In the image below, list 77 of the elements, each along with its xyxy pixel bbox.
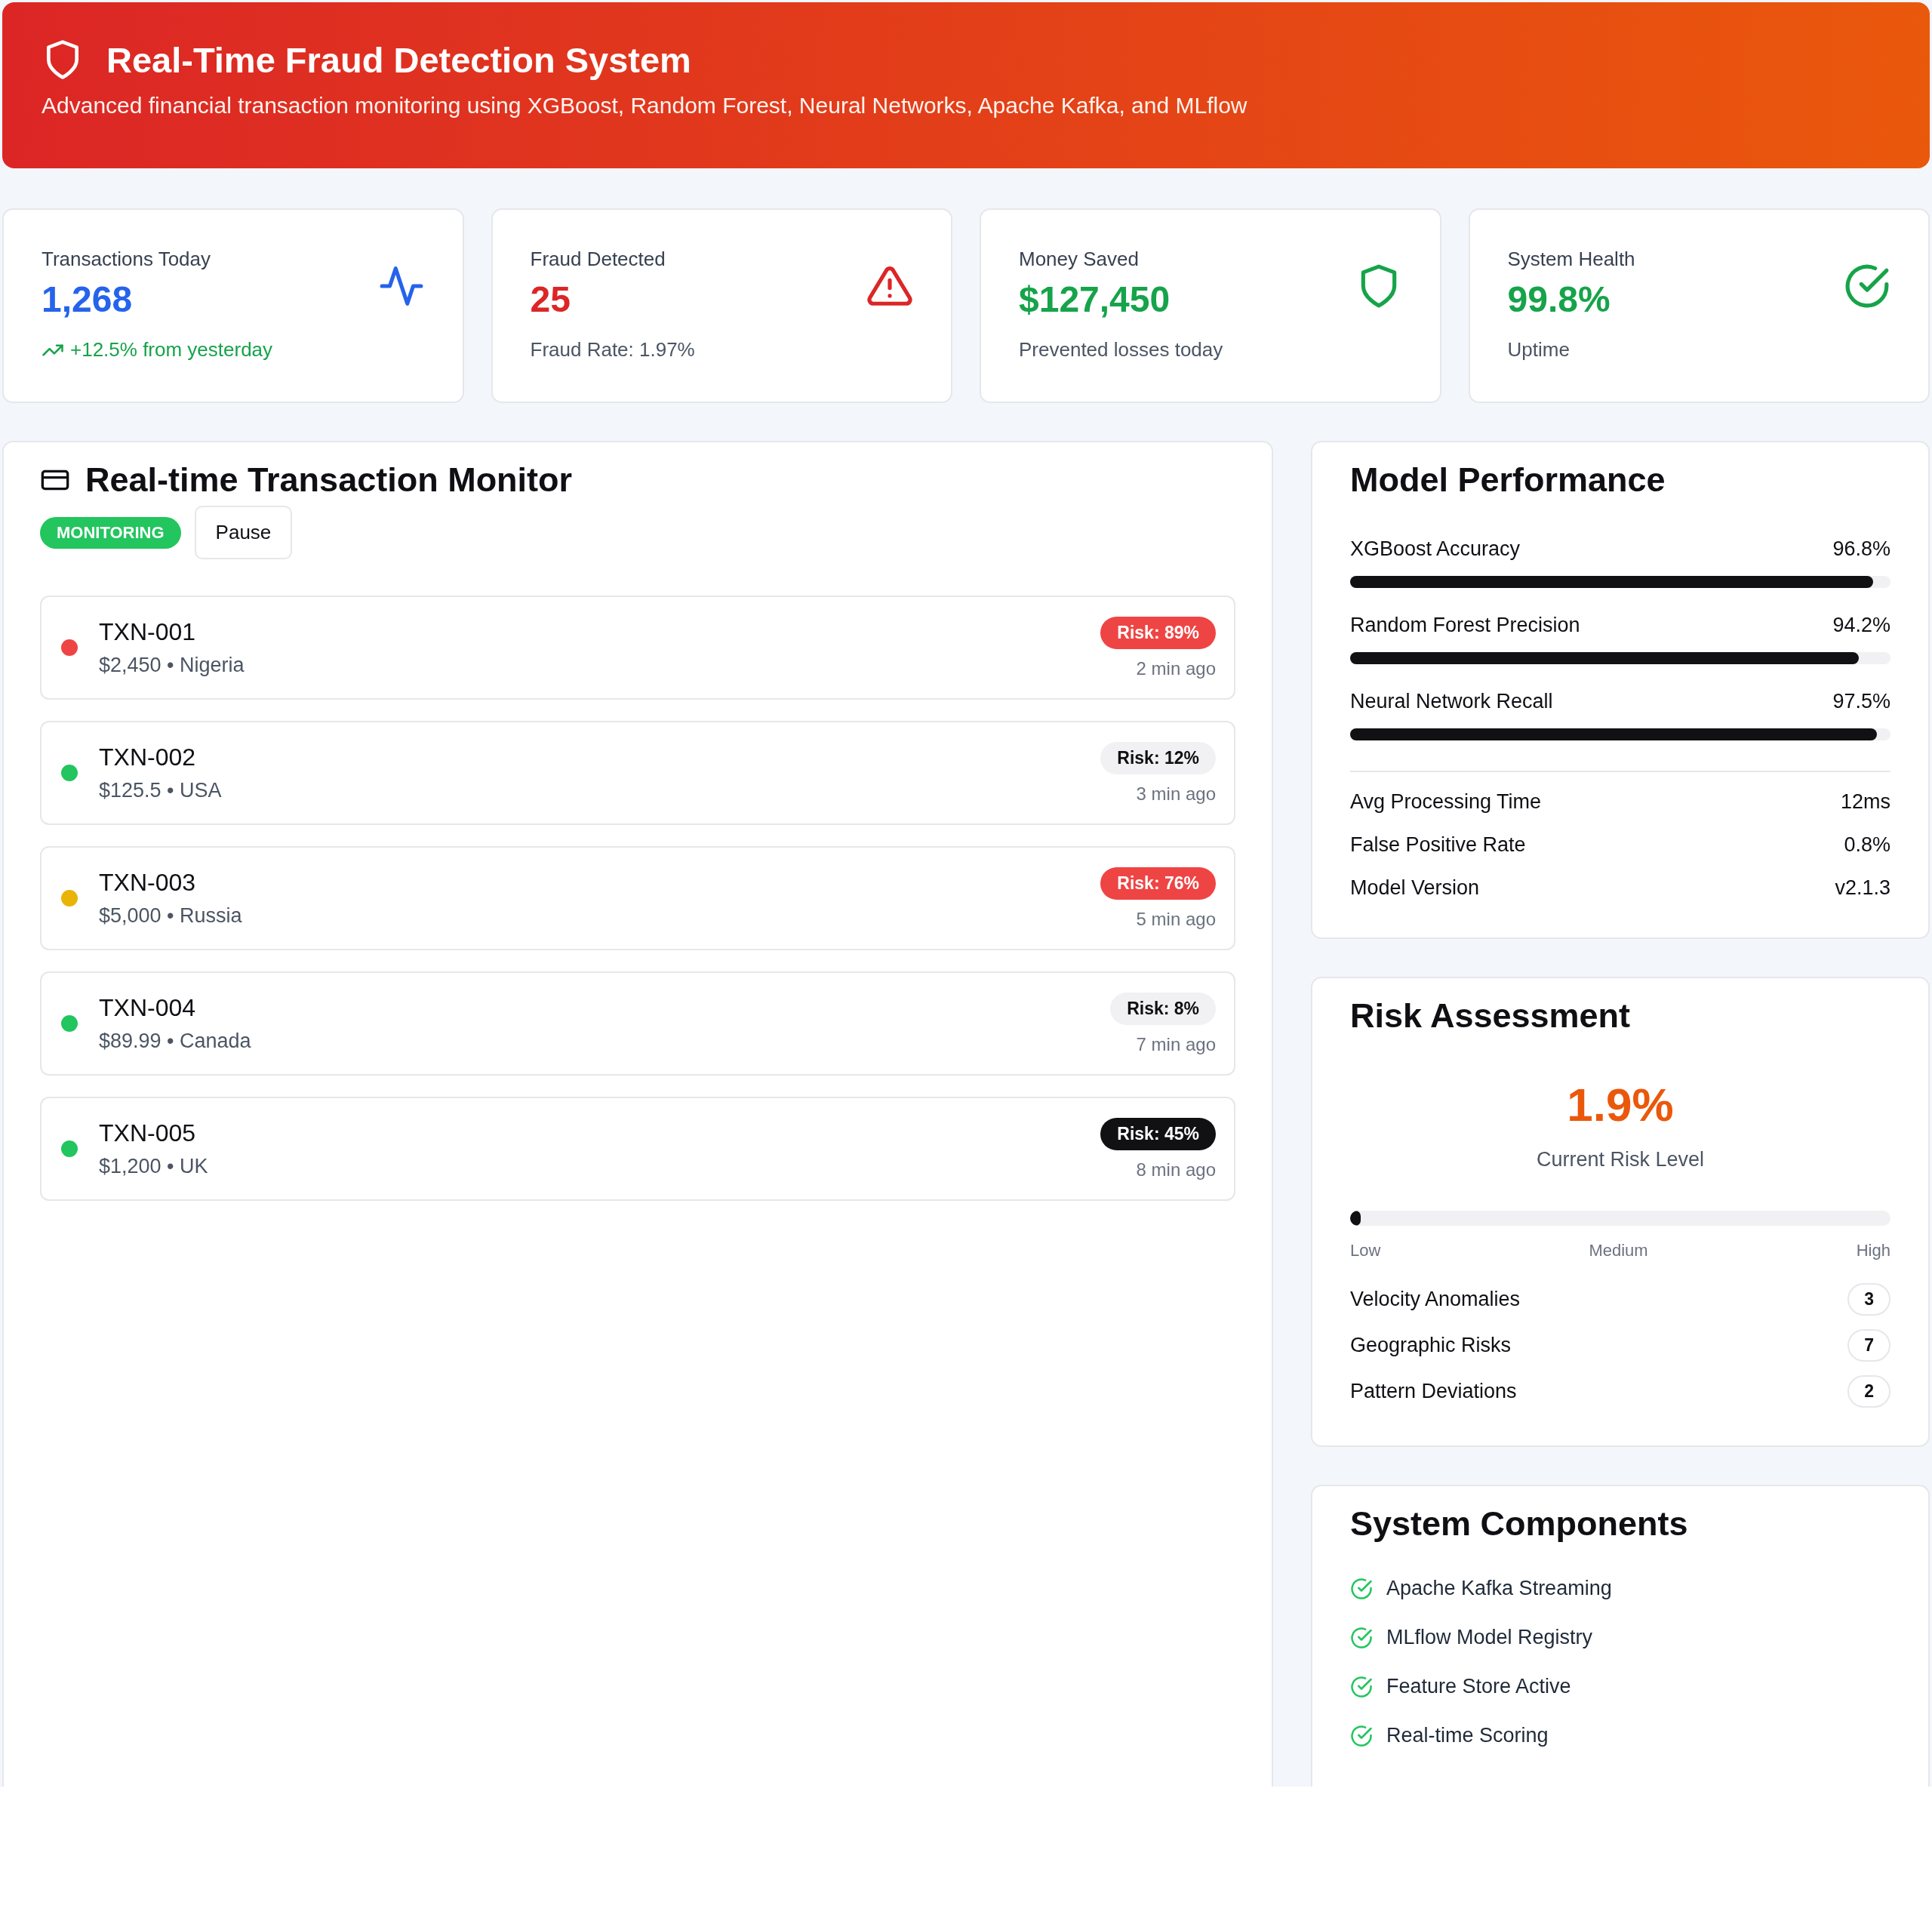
count-badge: 3 <box>1847 1283 1890 1316</box>
stat-note: Fraud Rate: 1.97% <box>530 338 695 362</box>
check-circle-icon <box>1350 1577 1373 1600</box>
stat-note: Uptime <box>1507 338 1570 362</box>
stat-label: Transactions Today <box>42 248 211 271</box>
pause-button[interactable]: Pause <box>194 506 293 559</box>
stat-value: 99.8% <box>1507 279 1611 320</box>
check-circle-icon <box>1844 263 1890 309</box>
transaction-id: TXN-003 <box>99 869 197 897</box>
factor-label: Pattern Deviations <box>1350 1380 1517 1403</box>
transaction-item[interactable]: TXN-005 $1,200 • UK Risk: 45% 8 min ago <box>40 1097 1235 1201</box>
stat-value: 0.8% <box>1844 833 1890 857</box>
component-name: Feature Store Active <box>1386 1675 1571 1698</box>
card-title: Model Performance <box>1350 460 1666 500</box>
stat-label: System Health <box>1507 248 1635 271</box>
stat-label: Money Saved <box>1019 248 1140 271</box>
stat-note: Prevented losses today <box>1019 338 1223 362</box>
count-badge: 7 <box>1847 1329 1890 1362</box>
status-badge: MONITORING <box>40 516 181 549</box>
risk-badge: Risk: 45% <box>1100 1117 1216 1150</box>
risk-badge: Risk: 76% <box>1100 866 1216 900</box>
stat-note: +12.5% from yesterday <box>70 338 273 362</box>
risk-badge: Risk: 89% <box>1100 616 1216 649</box>
check-circle-icon <box>1350 1724 1373 1747</box>
transaction-id: TXN-004 <box>99 994 197 1022</box>
component-name: Real-time Scoring <box>1386 1724 1549 1747</box>
component-name: Apache Kafka Streaming <box>1386 1577 1612 1600</box>
transaction-details: $125.5 • USA <box>99 779 223 802</box>
transaction-time: 8 min ago <box>1136 1159 1216 1180</box>
scale-label: High <box>1856 1241 1890 1261</box>
app-subtitle: Advanced financial transaction monitoring using XGBoost, Random Forest, Neural Networks, Apache Kafka, and MLflow <box>42 93 1248 119</box>
metric-value: 96.8% <box>1832 537 1890 561</box>
stat-label: False Positive Rate <box>1350 833 1526 857</box>
card-title: Risk Assessment <box>1350 996 1632 1036</box>
stat-label: Model Version <box>1350 876 1480 900</box>
stat-value: $127,450 <box>1019 279 1171 320</box>
check-circle-icon <box>1350 1626 1373 1649</box>
stat-label: Avg Processing Time <box>1350 790 1542 814</box>
transaction-time: 5 min ago <box>1136 908 1216 930</box>
transaction-id: TXN-002 <box>99 743 197 771</box>
transaction-item[interactable]: TXN-004 $89.99 • Canada Risk: 8% 7 min ago <box>40 971 1235 1076</box>
transaction-time: 7 min ago <box>1136 1033 1216 1055</box>
metric-value: 94.2% <box>1832 614 1890 637</box>
risk-value: 1.9% <box>1566 1078 1675 1131</box>
transaction-item[interactable]: TXN-003 $5,000 • Russia Risk: 76% 5 min ago <box>40 846 1235 950</box>
factor-label: Geographic Risks <box>1350 1334 1512 1357</box>
scale-label: Medium <box>1589 1241 1648 1261</box>
transaction-time: 2 min ago <box>1136 657 1216 679</box>
card-title: System Components <box>1350 1504 1689 1544</box>
transaction-item[interactable]: TXN-001 $2,450 • Nigeria Risk: 89% 2 min ago <box>40 596 1235 700</box>
risk-caption: Current Risk Level <box>1535 1148 1706 1171</box>
stat-value: 25 <box>530 279 571 320</box>
stat-value: v2.1.3 <box>1835 876 1890 900</box>
transaction-time: 3 min ago <box>1136 783 1216 805</box>
stat-label: Fraud Detected <box>530 248 666 271</box>
risk-badge: Risk: 8% <box>1110 992 1216 1025</box>
metric-label: XGBoost Accuracy <box>1350 537 1521 561</box>
transaction-details: $5,000 • Russia <box>99 904 243 928</box>
check-circle-icon <box>1350 1675 1373 1698</box>
component-name: MLflow Model Registry <box>1386 1626 1593 1649</box>
transaction-id: TXN-005 <box>99 1119 197 1147</box>
transaction-item[interactable]: TXN-002 $125.5 • USA Risk: 12% 3 min ago <box>40 721 1235 825</box>
panel-title: Real-time Transaction Monitor <box>85 460 573 500</box>
stat-value: 1,268 <box>42 279 134 320</box>
metric-value: 97.5% <box>1832 690 1890 713</box>
transaction-id: TXN-001 <box>99 618 197 646</box>
metric-label: Random Forest Precision <box>1350 614 1580 637</box>
metric-label: Neural Network Recall <box>1350 690 1553 713</box>
transaction-details: $89.99 • Canada <box>99 1030 252 1053</box>
stat-value: 12ms <box>1840 790 1890 814</box>
app-title: Real-Time Fraud Detection System <box>106 38 691 81</box>
scale-label: Low <box>1350 1241 1381 1261</box>
transaction-details: $1,200 • UK <box>99 1155 209 1178</box>
risk-badge: Risk: 12% <box>1100 741 1216 774</box>
transaction-details: $2,450 • Nigeria <box>99 654 245 677</box>
count-badge: 2 <box>1847 1375 1890 1408</box>
factor-label: Velocity Anomalies <box>1350 1288 1521 1311</box>
